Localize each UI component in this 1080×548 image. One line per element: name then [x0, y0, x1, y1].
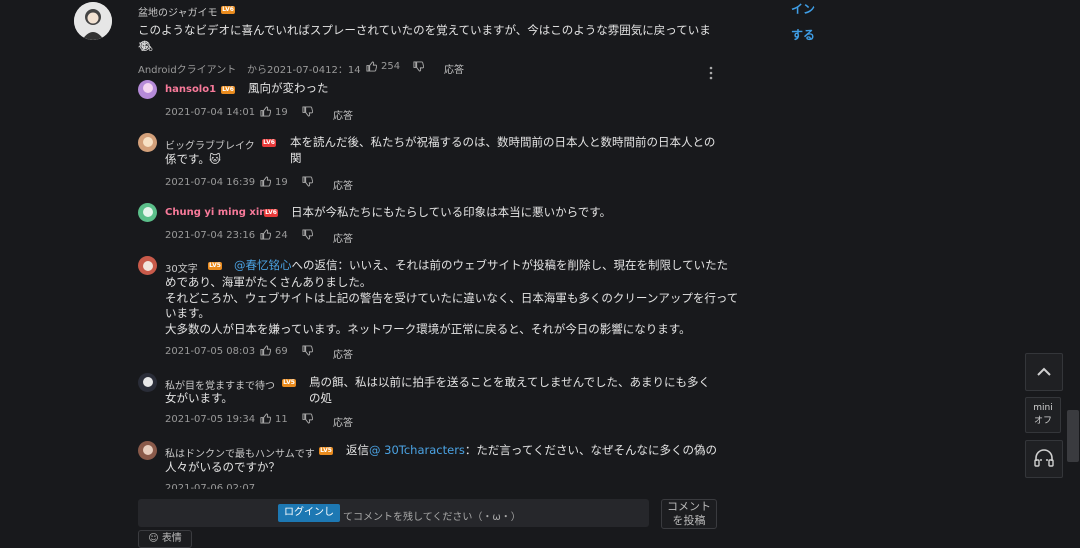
comment-username[interactable]: 盆地のジャガイモ	[138, 4, 218, 19]
avatar[interactable]	[138, 256, 157, 275]
reply-text-body: への返信：いいえ、それは前のウェブサイトが投稿を削除し、現在を制限していたた	[291, 258, 729, 272]
reply-text: 本を読んだ後、私たちが祝福するのは、数時間前の日本人と数時間前の日本人との関	[290, 135, 716, 165]
reply-date: 2021-07-05 19:34	[165, 414, 256, 425]
customer-service-button[interactable]	[1025, 440, 1063, 478]
mini-state-label: オフ	[1033, 416, 1052, 426]
thumbs-up-icon[interactable]	[366, 61, 377, 72]
reply-prefix: 返信	[346, 443, 369, 457]
level-badge: LV6	[221, 6, 235, 14]
chevron-up-icon	[1037, 367, 1051, 376]
reply-button[interactable]: 応答	[333, 230, 353, 245]
scrollbar-thumb[interactable]	[1067, 410, 1079, 462]
level-badge: LV6	[262, 139, 276, 147]
scroll-top-button[interactable]	[1025, 353, 1063, 391]
thumbs-down-icon[interactable]	[302, 176, 313, 187]
reply-username[interactable]: 私はドンクンで最もハンサムです	[165, 445, 315, 460]
reply-button[interactable]: 応答	[333, 107, 353, 122]
reply-username[interactable]: ビッグラブブレイク	[165, 137, 255, 152]
like-count: 19	[275, 177, 288, 188]
mini-label: mini	[1033, 403, 1053, 413]
avatar[interactable]	[138, 80, 157, 99]
reply-text-body: ：ただ言ってください、なぜそんなに多くの偽の	[464, 443, 717, 457]
reply-username[interactable]: hansolo1	[165, 84, 216, 95]
like-count: 24	[275, 230, 288, 241]
thumbs-up-icon[interactable]	[260, 229, 271, 240]
reply-text-line: それどころか、ウェブサイトは上記の警告を受けていたに違いなく、日本海軍も多くのク…	[165, 291, 739, 305]
comment-date: から2021-07-0412：14	[247, 65, 361, 76]
more-vertical-icon[interactable]	[709, 65, 713, 80]
avatar[interactable]	[138, 373, 157, 392]
reply-date: 2021-07-04 14:01	[165, 107, 256, 118]
like-count: 19	[275, 107, 288, 118]
thumbs-up-icon[interactable]	[260, 176, 271, 187]
thumbs-up-icon[interactable]	[260, 106, 271, 117]
emoji-button[interactable]: ☺ 表情	[138, 530, 192, 548]
mini-player-toggle[interactable]: mini オフ	[1025, 397, 1061, 433]
thumbs-up-icon[interactable]	[260, 413, 271, 424]
post-comment-button[interactable]: コメント を投稿	[661, 499, 717, 529]
thumbs-down-icon[interactable]	[302, 106, 313, 117]
like-count: 69	[275, 346, 288, 357]
reply-button[interactable]: 応答	[333, 177, 353, 192]
post-label-line2: を投稿	[672, 514, 706, 527]
avatar[interactable]	[74, 2, 112, 40]
reply-button[interactable]: 応答	[333, 346, 353, 361]
sidebar-link[interactable]: する	[791, 26, 815, 43]
sidebar-link[interactable]: イン	[791, 0, 815, 17]
thumbs-down-icon[interactable]	[302, 229, 313, 240]
emoji: 😂	[138, 39, 152, 53]
reply-username[interactable]: 30文字	[165, 260, 198, 275]
reply-text-cont: 人々がいるのですか？	[165, 460, 280, 474]
reply-text: @春忆铭心への返信：いいえ、それは前のウェブサイトが投稿を削除し、現在を制限して…	[234, 257, 728, 273]
login-button[interactable]: ログインし	[278, 504, 340, 522]
thumbs-up-icon[interactable]	[260, 345, 271, 356]
reply-text: 鳥の餌、私は以前に拍手を送ることを敢えてしませんでした、あまりにも多くの処	[309, 375, 711, 405]
comment-text: このようなビデオに喜んでいればスプレーされていたのを覚えていますが、今はこのよう…	[138, 23, 711, 53]
reply-text-cont: 女がいます。	[165, 391, 233, 405]
avatar[interactable]	[138, 441, 157, 460]
like-count: 254	[381, 61, 401, 72]
reply-text-line: 大多数の人が日本を嫌っています。ネットワーク環境が正常に戻ると、それが今日の影響…	[165, 322, 691, 336]
reply-text: 風向が変わった	[248, 81, 329, 95]
post-label-line1: コメント	[667, 500, 711, 513]
emoji: 🐱	[209, 152, 221, 166]
reply-date: 2021-07-06 02:07	[165, 483, 256, 489]
avatar[interactable]	[138, 133, 157, 152]
reply-date: 2021-07-04 23:16	[165, 230, 256, 241]
thumbs-down-icon[interactable]	[302, 413, 313, 424]
reply-button[interactable]: 応答	[333, 414, 353, 429]
headset-icon	[1034, 449, 1054, 467]
mention-link[interactable]: @春忆铭心	[234, 258, 292, 272]
reply-username[interactable]: Chung yi ming xin	[165, 207, 266, 218]
reply-text: 日本が今私たちにもたらしている印象は本当に悪いからです。	[291, 205, 612, 219]
reply-text: 返信@ 30Tcharacters：ただ言ってください、なぜそんなに多くの偽の	[346, 442, 721, 458]
avatar[interactable]	[138, 203, 157, 222]
level-badge: LV5	[282, 379, 296, 387]
thumbs-down-icon[interactable]	[302, 345, 313, 356]
reply-text-line: めであり、海軍がたくさんありました。	[165, 275, 372, 289]
comment-placeholder[interactable]: てコメントを残してください（・ω・）	[343, 508, 521, 523]
level-badge: LV5	[319, 447, 333, 455]
reply-date: 2021-07-04 16:39	[165, 177, 256, 188]
client-label: Androidクライアント	[138, 65, 237, 76]
like-count: 11	[275, 414, 288, 425]
reply-text-cont: 係です。	[165, 152, 210, 166]
level-badge: LV5	[208, 262, 222, 270]
emoji-label: 表情	[161, 533, 182, 544]
reply-date: 2021-07-05 08:03	[165, 346, 256, 357]
reply-text-line: います。	[165, 306, 210, 320]
level-badge: LV6	[221, 86, 235, 94]
smiley-icon: ☺	[148, 533, 159, 544]
level-badge: LV6	[264, 209, 278, 217]
mention-link[interactable]: @ 30Tcharacters	[369, 443, 465, 457]
reply-button[interactable]: 応答	[444, 61, 464, 76]
thumbs-down-icon[interactable]	[413, 61, 424, 72]
